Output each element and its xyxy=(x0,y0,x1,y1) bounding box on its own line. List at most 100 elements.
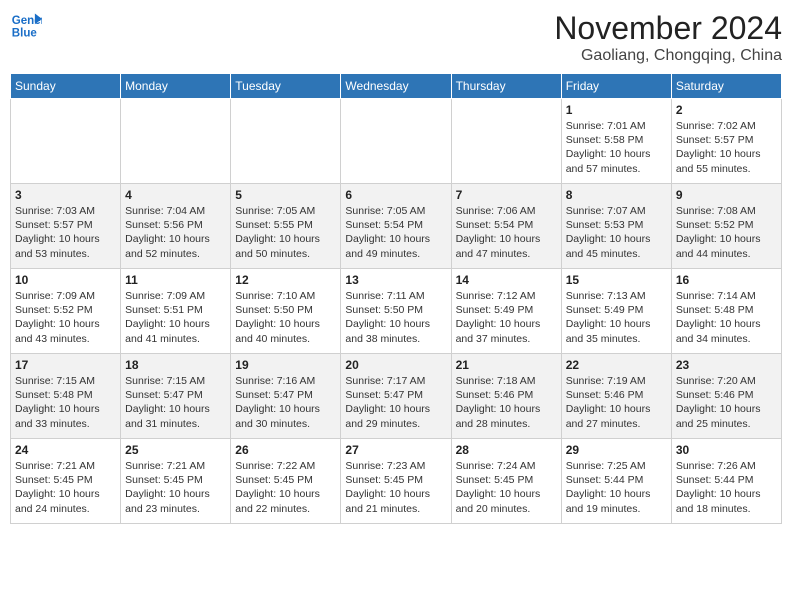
day-info: Sunrise: 7:08 AM Sunset: 5:52 PM Dayligh… xyxy=(676,204,777,261)
day-cell: 4 Sunrise: 7:04 AM Sunset: 5:56 PM Daylig… xyxy=(121,184,231,269)
page-header: General Blue November 2024 Gaoliang, Cho… xyxy=(10,10,782,65)
day-info: Sunrise: 7:04 AM Sunset: 5:56 PM Dayligh… xyxy=(125,204,226,261)
week-row-2: 3 Sunrise: 7:03 AM Sunset: 5:57 PM Daylig… xyxy=(11,184,782,269)
day-cell: 3 Sunrise: 7:03 AM Sunset: 5:57 PM Daylig… xyxy=(11,184,121,269)
day-number: 1 xyxy=(566,103,667,117)
day-info: Sunrise: 7:14 AM Sunset: 5:48 PM Dayligh… xyxy=(676,289,777,346)
day-info: Sunrise: 7:10 AM Sunset: 5:50 PM Dayligh… xyxy=(235,289,336,346)
day-number: 28 xyxy=(456,443,557,457)
day-number: 10 xyxy=(15,273,116,287)
col-header-saturday: Saturday xyxy=(671,74,781,99)
day-info: Sunrise: 7:05 AM Sunset: 5:55 PM Dayligh… xyxy=(235,204,336,261)
day-number: 25 xyxy=(125,443,226,457)
day-info: Sunrise: 7:09 AM Sunset: 5:52 PM Dayligh… xyxy=(15,289,116,346)
col-header-monday: Monday xyxy=(121,74,231,99)
day-number: 16 xyxy=(676,273,777,287)
col-header-thursday: Thursday xyxy=(451,74,561,99)
title-block: November 2024 Gaoliang, Chongqing, China xyxy=(554,10,782,65)
day-cell xyxy=(231,99,341,184)
day-number: 8 xyxy=(566,188,667,202)
day-cell: 24Sunrise: 7:21 AM Sunset: 5:45 PM Dayli… xyxy=(11,439,121,524)
week-row-3: 10 Sunrise: 7:09 AM Sunset: 5:52 PM Dayli… xyxy=(11,269,782,354)
day-cell: 5Sunrise: 7:05 AM Sunset: 5:55 PM Daylig… xyxy=(231,184,341,269)
day-cell: 27 Sunrise: 7:23 AM Sunset: 5:45 PM Dayli… xyxy=(341,439,451,524)
col-header-wednesday: Wednesday xyxy=(341,74,451,99)
day-number: 18 xyxy=(125,358,226,372)
day-number: 11 xyxy=(125,273,226,287)
col-header-friday: Friday xyxy=(561,74,671,99)
day-info: Sunrise: 7:13 AM Sunset: 5:49 PM Dayligh… xyxy=(566,289,667,346)
day-cell: 19 Sunrise: 7:16 AM Sunset: 5:47 PM Dayli… xyxy=(231,354,341,439)
day-cell xyxy=(11,99,121,184)
day-info: Sunrise: 7:23 AM Sunset: 5:45 PM Dayligh… xyxy=(345,459,446,516)
day-info: Sunrise: 7:21 AM Sunset: 5:45 PM Dayligh… xyxy=(125,459,226,516)
day-cell: 1 Sunrise: 7:01 AM Sunset: 5:58 PM Daylig… xyxy=(561,99,671,184)
day-cell: 9Sunrise: 7:08 AM Sunset: 5:52 PM Daylig… xyxy=(671,184,781,269)
day-cell: 28 Sunrise: 7:24 AM Sunset: 5:45 PM Dayli… xyxy=(451,439,561,524)
day-info: Sunrise: 7:03 AM Sunset: 5:57 PM Dayligh… xyxy=(15,204,116,261)
day-info: Sunrise: 7:19 AM Sunset: 5:46 PM Dayligh… xyxy=(566,374,667,431)
week-row-4: 17 Sunrise: 7:15 AM Sunset: 5:48 PM Dayli… xyxy=(11,354,782,439)
day-info: Sunrise: 7:15 AM Sunset: 5:48 PM Dayligh… xyxy=(15,374,116,431)
day-cell xyxy=(341,99,451,184)
day-info: Sunrise: 7:15 AM Sunset: 5:47 PM Dayligh… xyxy=(125,374,226,431)
day-number: 12 xyxy=(235,273,336,287)
day-number: 29 xyxy=(566,443,667,457)
day-number: 2 xyxy=(676,103,777,117)
logo-icon: General Blue xyxy=(10,10,42,42)
day-info: Sunrise: 7:02 AM Sunset: 5:57 PM Dayligh… xyxy=(676,119,777,176)
day-number: 30 xyxy=(676,443,777,457)
day-info: Sunrise: 7:20 AM Sunset: 5:46 PM Dayligh… xyxy=(676,374,777,431)
day-cell: 21 Sunrise: 7:18 AM Sunset: 5:46 PM Dayli… xyxy=(451,354,561,439)
day-info: Sunrise: 7:24 AM Sunset: 5:45 PM Dayligh… xyxy=(456,459,557,516)
day-number: 23 xyxy=(676,358,777,372)
day-cell: 2 Sunrise: 7:02 AM Sunset: 5:57 PM Daylig… xyxy=(671,99,781,184)
day-cell: 22 Sunrise: 7:19 AM Sunset: 5:46 PM Dayli… xyxy=(561,354,671,439)
logo: General Blue xyxy=(10,10,42,42)
day-info: Sunrise: 7:01 AM Sunset: 5:58 PM Dayligh… xyxy=(566,119,667,176)
day-number: 3 xyxy=(15,188,116,202)
day-info: Sunrise: 7:09 AM Sunset: 5:51 PM Dayligh… xyxy=(125,289,226,346)
day-info: Sunrise: 7:21 AM Sunset: 5:45 PM Dayligh… xyxy=(15,459,116,516)
day-cell: 17 Sunrise: 7:15 AM Sunset: 5:48 PM Dayli… xyxy=(11,354,121,439)
day-info: Sunrise: 7:17 AM Sunset: 5:47 PM Dayligh… xyxy=(345,374,446,431)
day-cell: 15 Sunrise: 7:13 AM Sunset: 5:49 PM Dayli… xyxy=(561,269,671,354)
day-cell: 18 Sunrise: 7:15 AM Sunset: 5:47 PM Dayli… xyxy=(121,354,231,439)
week-row-1: 1 Sunrise: 7:01 AM Sunset: 5:58 PM Daylig… xyxy=(11,99,782,184)
day-info: Sunrise: 7:05 AM Sunset: 5:54 PM Dayligh… xyxy=(345,204,446,261)
day-number: 27 xyxy=(345,443,446,457)
day-info: Sunrise: 7:26 AM Sunset: 5:44 PM Dayligh… xyxy=(676,459,777,516)
day-cell: 6Sunrise: 7:05 AM Sunset: 5:54 PM Daylig… xyxy=(341,184,451,269)
day-number: 7 xyxy=(456,188,557,202)
day-cell: 20Sunrise: 7:17 AM Sunset: 5:47 PM Dayli… xyxy=(341,354,451,439)
day-number: 15 xyxy=(566,273,667,287)
day-number: 19 xyxy=(235,358,336,372)
calendar-table: SundayMondayTuesdayWednesdayThursdayFrid… xyxy=(10,73,782,524)
day-number: 21 xyxy=(456,358,557,372)
day-cell: 23 Sunrise: 7:20 AM Sunset: 5:46 PM Dayli… xyxy=(671,354,781,439)
day-cell: 12 Sunrise: 7:10 AM Sunset: 5:50 PM Dayli… xyxy=(231,269,341,354)
day-cell: 29 Sunrise: 7:25 AM Sunset: 5:44 PM Dayli… xyxy=(561,439,671,524)
day-cell: 25 Sunrise: 7:21 AM Sunset: 5:45 PM Dayli… xyxy=(121,439,231,524)
day-cell xyxy=(121,99,231,184)
day-number: 14 xyxy=(456,273,557,287)
day-cell xyxy=(451,99,561,184)
day-number: 17 xyxy=(15,358,116,372)
day-info: Sunrise: 7:16 AM Sunset: 5:47 PM Dayligh… xyxy=(235,374,336,431)
day-number: 22 xyxy=(566,358,667,372)
day-cell: 11 Sunrise: 7:09 AM Sunset: 5:51 PM Dayli… xyxy=(121,269,231,354)
day-info: Sunrise: 7:12 AM Sunset: 5:49 PM Dayligh… xyxy=(456,289,557,346)
week-row-5: 24Sunrise: 7:21 AM Sunset: 5:45 PM Dayli… xyxy=(11,439,782,524)
day-number: 13 xyxy=(345,273,446,287)
day-info: Sunrise: 7:06 AM Sunset: 5:54 PM Dayligh… xyxy=(456,204,557,261)
day-info: Sunrise: 7:25 AM Sunset: 5:44 PM Dayligh… xyxy=(566,459,667,516)
day-cell: 8 Sunrise: 7:07 AM Sunset: 5:53 PM Daylig… xyxy=(561,184,671,269)
day-cell: 14 Sunrise: 7:12 AM Sunset: 5:49 PM Dayli… xyxy=(451,269,561,354)
day-number: 4 xyxy=(125,188,226,202)
day-info: Sunrise: 7:07 AM Sunset: 5:53 PM Dayligh… xyxy=(566,204,667,261)
day-info: Sunrise: 7:18 AM Sunset: 5:46 PM Dayligh… xyxy=(456,374,557,431)
day-info: Sunrise: 7:11 AM Sunset: 5:50 PM Dayligh… xyxy=(345,289,446,346)
svg-text:Blue: Blue xyxy=(12,28,38,40)
day-cell: 7 Sunrise: 7:06 AM Sunset: 5:54 PM Daylig… xyxy=(451,184,561,269)
month-title: November 2024 xyxy=(554,10,782,47)
